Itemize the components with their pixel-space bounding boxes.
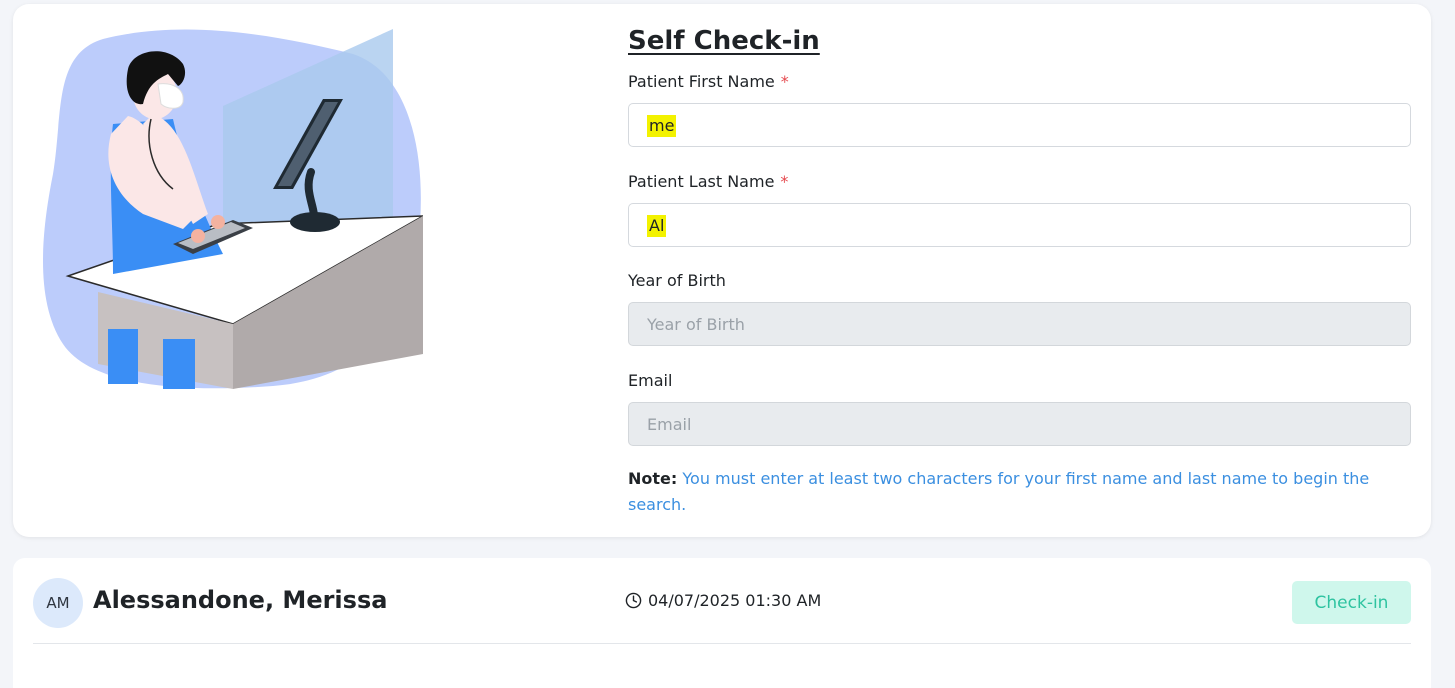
note-text: You must enter at least two characters f…	[628, 469, 1370, 514]
clock-icon	[625, 592, 642, 609]
required-mark: *	[780, 172, 789, 191]
first-name-value: me	[647, 115, 677, 137]
search-note: Note: You must enter at least two charac…	[628, 466, 1411, 518]
email-input[interactable]	[628, 402, 1411, 446]
patient-name: Alessandone, Merissa	[93, 586, 388, 614]
required-mark: *	[780, 72, 789, 91]
email-label: Email	[628, 371, 673, 390]
self-checkin-card: Self Check-in Patient First Name * me Pat…	[13, 4, 1431, 537]
avatar: AM	[33, 578, 83, 628]
last-name-value: Al	[647, 215, 667, 237]
row-divider	[33, 643, 1411, 644]
patient-result-row[interactable]: AM Alessandone, Merissa 04/07/2025 01:30…	[13, 558, 1431, 688]
note-label: Note:	[628, 469, 678, 488]
first-name-label: Patient First Name *	[628, 72, 789, 91]
page-title: Self Check-in	[628, 26, 820, 56]
check-in-button[interactable]: Check-in	[1292, 581, 1411, 624]
receptionist-computer-illustration	[43, 29, 423, 389]
last-name-label: Patient Last Name *	[628, 172, 789, 191]
last-name-input[interactable]: Al	[628, 203, 1411, 247]
year-of-birth-label: Year of Birth	[628, 271, 726, 290]
appointment-time: 04/07/2025 01:30 AM	[625, 591, 821, 610]
first-name-input[interactable]: me	[628, 103, 1411, 147]
appointment-datetime: 04/07/2025 01:30 AM	[648, 591, 822, 610]
year-of-birth-input[interactable]	[628, 302, 1411, 346]
